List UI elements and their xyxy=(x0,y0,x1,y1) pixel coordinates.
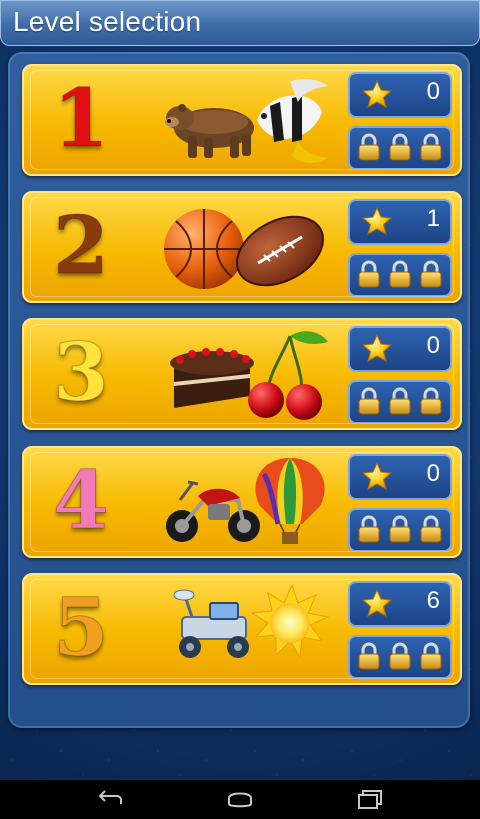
locks-box xyxy=(348,126,452,170)
padlock-icon xyxy=(358,260,380,288)
home-icon[interactable] xyxy=(225,788,255,810)
padlock-icon xyxy=(389,515,411,543)
padlock-icon xyxy=(358,133,380,161)
level-3-artwork xyxy=(170,331,328,420)
star-icon xyxy=(362,589,392,617)
padlock-icon xyxy=(358,515,380,543)
padlock-icon xyxy=(389,133,411,161)
level-4-artwork xyxy=(166,458,325,544)
padlock-icon xyxy=(420,260,442,288)
star-count: 0 xyxy=(426,332,440,359)
padlock-icon xyxy=(358,642,380,670)
back-icon[interactable] xyxy=(95,788,125,810)
star-count-box: 6 xyxy=(348,581,452,627)
level-number: 3 xyxy=(53,325,110,419)
star-count-box: 0 xyxy=(348,72,452,118)
recent-apps-icon[interactable] xyxy=(355,788,385,810)
level-number: 1 xyxy=(53,71,110,165)
star-icon xyxy=(362,334,392,362)
motorcycle-icon xyxy=(166,480,260,542)
basketball-icon xyxy=(164,209,244,289)
padlock-icon xyxy=(420,642,442,670)
star-icon xyxy=(362,80,392,108)
title-bar: Level selection xyxy=(0,0,480,46)
locks-box xyxy=(348,253,452,297)
padlock-icon xyxy=(358,387,380,415)
level-number: 4 xyxy=(53,453,110,547)
level-5-artwork xyxy=(173,583,330,659)
angelfish-icon xyxy=(257,79,328,163)
padlock-icon xyxy=(420,133,442,161)
level-1-artwork xyxy=(165,79,328,163)
locks-box xyxy=(348,380,452,424)
locks-box xyxy=(348,508,452,552)
star-count: 6 xyxy=(426,587,440,614)
sun-icon xyxy=(250,583,330,659)
level-number: 5 xyxy=(53,580,110,674)
star-icon xyxy=(362,462,392,490)
padlock-icon xyxy=(389,642,411,670)
level-2-artwork xyxy=(164,209,324,289)
level-card-2[interactable]: 2 1 xyxy=(22,191,462,303)
padlock-icon xyxy=(420,515,442,543)
navigation-bar xyxy=(0,780,480,819)
star-count-box: 0 xyxy=(348,326,452,372)
level-card-5[interactable]: 5 6 xyxy=(22,573,462,685)
star-count: 1 xyxy=(426,205,440,232)
star-count: 0 xyxy=(426,460,440,487)
padlock-icon xyxy=(389,387,411,415)
american-football-icon xyxy=(236,215,324,287)
star-count-box: 1 xyxy=(348,199,452,245)
level-card-4[interactable]: 4 0 xyxy=(22,446,462,558)
star-count-box: 0 xyxy=(348,454,452,500)
level-number: 2 xyxy=(53,198,110,292)
padlock-icon xyxy=(420,387,442,415)
level-card-3[interactable]: 3 0 xyxy=(22,318,462,430)
level-card-1[interactable]: 1 0 xyxy=(22,64,462,176)
locks-box xyxy=(348,635,452,679)
cherries-icon xyxy=(248,331,328,420)
page-title: Level selection xyxy=(13,6,202,37)
bear-icon xyxy=(165,104,254,158)
padlock-icon xyxy=(389,260,411,288)
star-icon xyxy=(362,207,392,235)
chocolate-cake-icon xyxy=(170,348,254,408)
hot-air-balloon-icon xyxy=(255,458,325,544)
star-count: 0 xyxy=(426,78,440,105)
lunar-rover-icon xyxy=(173,589,249,658)
